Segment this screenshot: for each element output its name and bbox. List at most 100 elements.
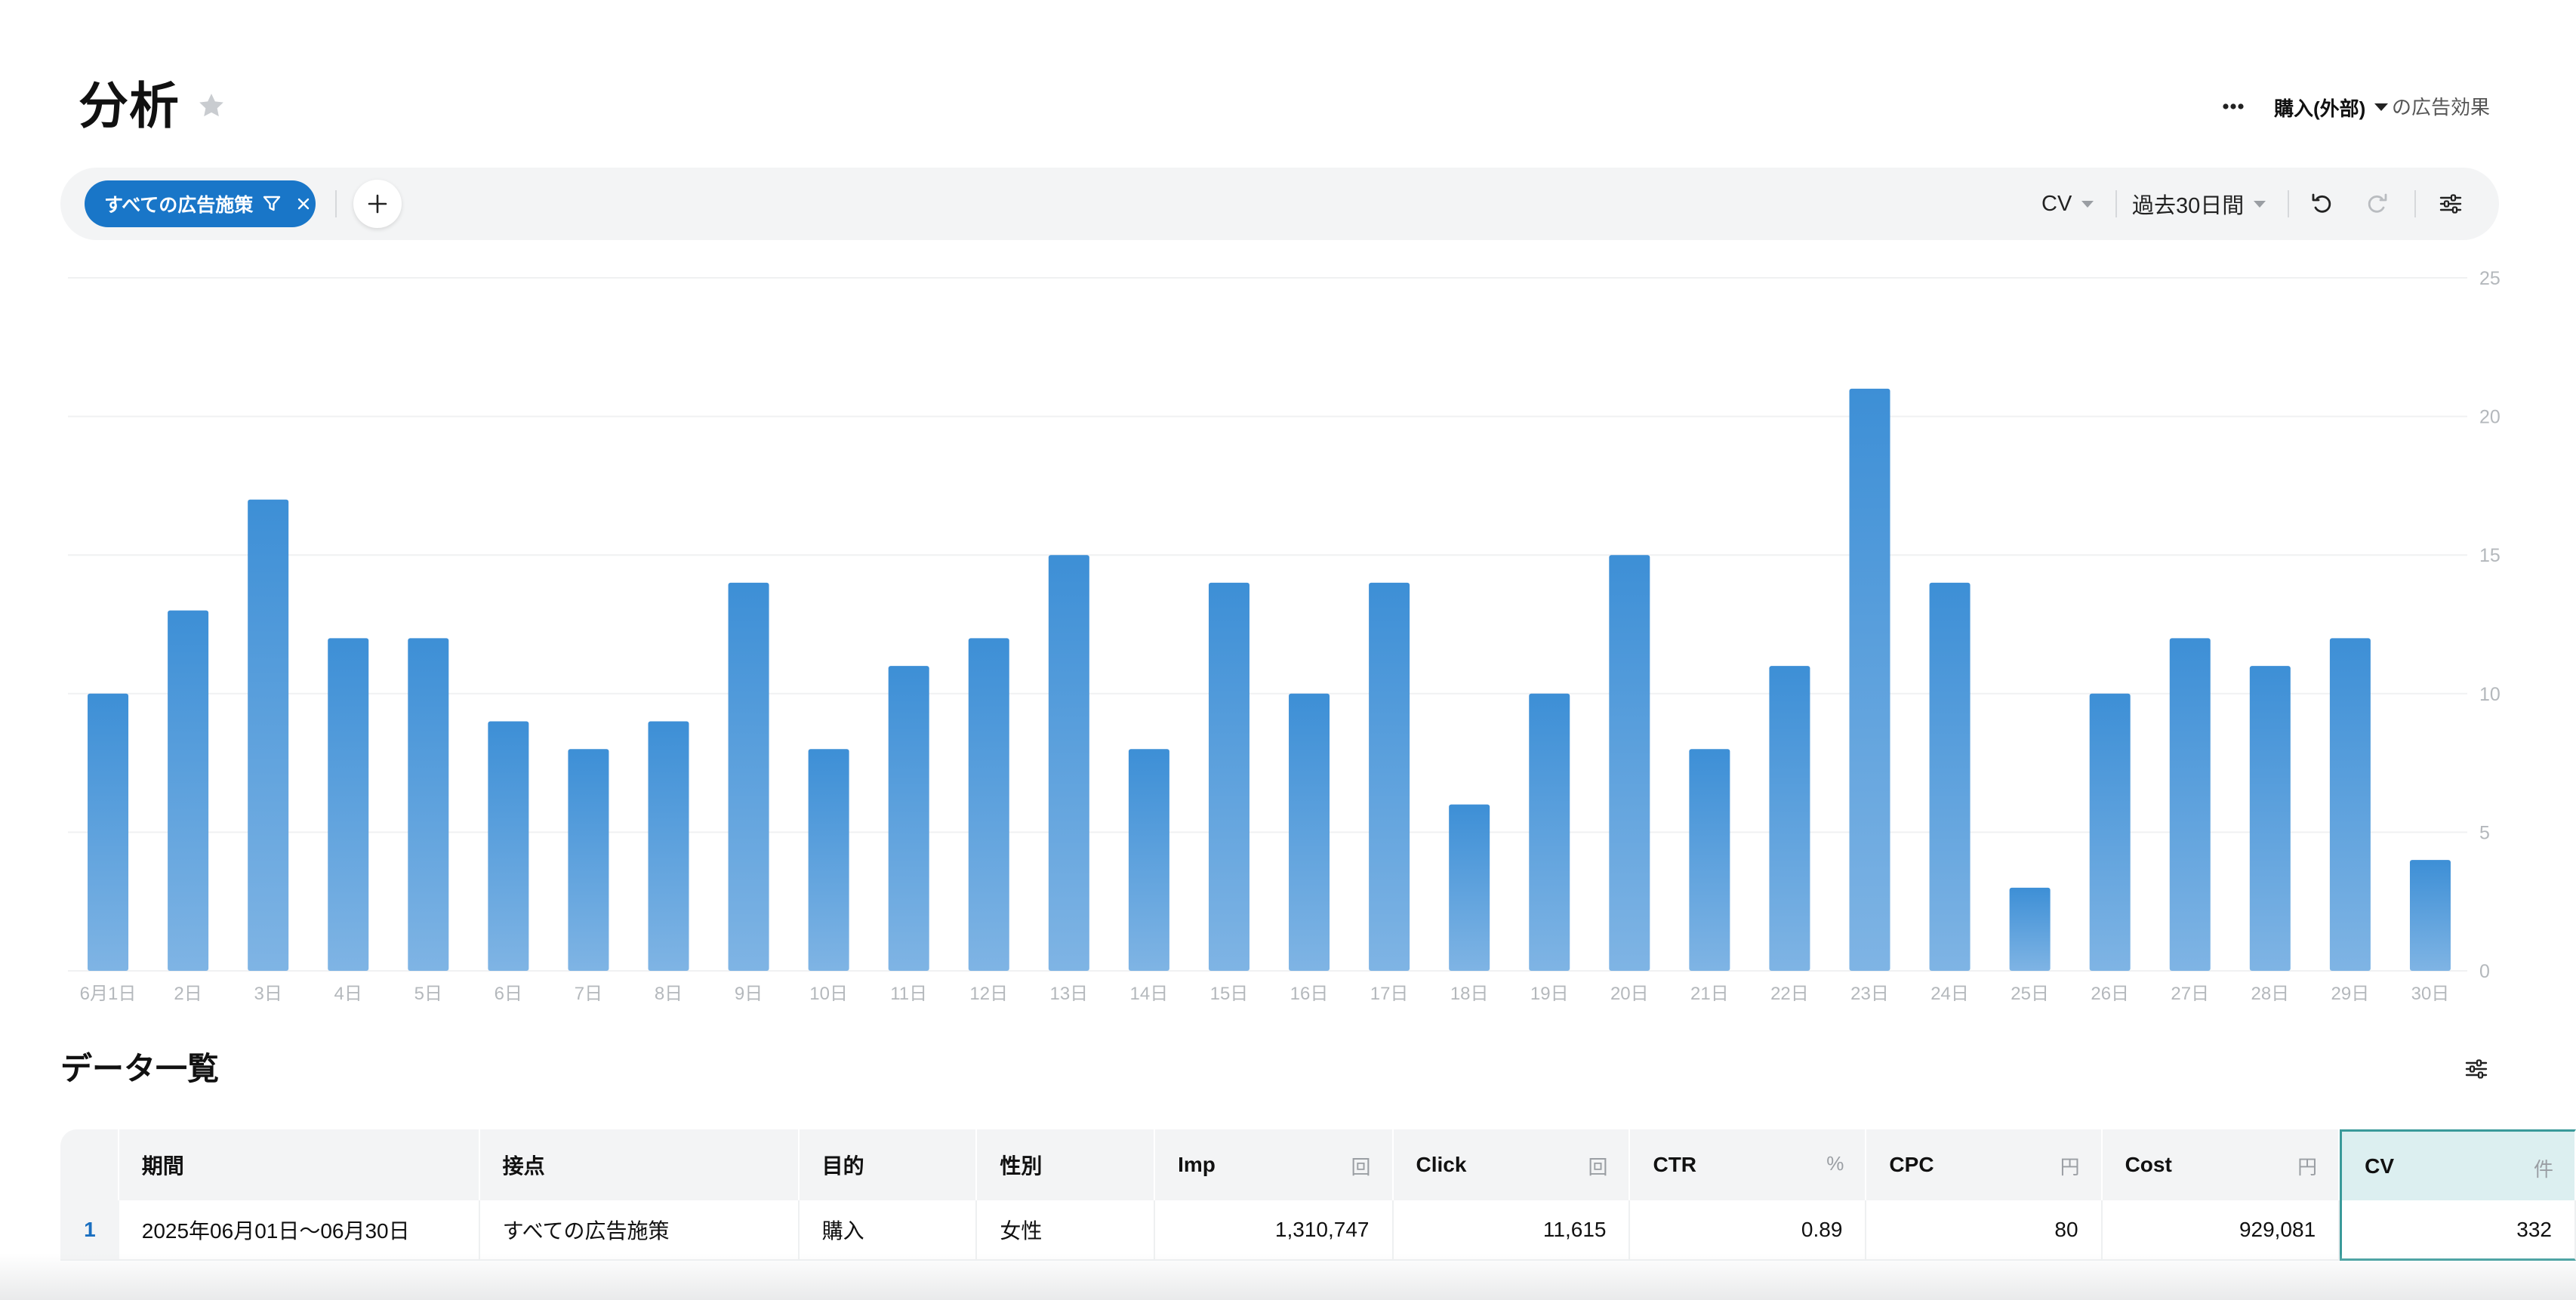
metric-select-label: CV — [2041, 191, 2072, 216]
redo-icon[interactable] — [2363, 190, 2390, 217]
y-tick-label: 25 — [2479, 268, 2501, 289]
sliders-icon[interactable] — [2437, 190, 2464, 217]
column-header-imp[interactable]: Imp 回 — [1155, 1129, 1394, 1200]
cv-bar-chart: 6月1日 2日 3日 4日 5日 6日 7日 8日 9日 10日 11日 12日 13日 14日 15日 16… — [0, 257, 2576, 1015]
toolbar-divider — [2414, 190, 2416, 217]
column-unit: 回 — [1351, 1156, 1371, 1178]
conversion-select[interactable]: 購入(外部) — [2274, 92, 2390, 122]
column-label: Click — [1416, 1153, 1467, 1176]
date-range-select[interactable]: 過去30日間 — [2132, 187, 2266, 220]
bar[interactable] — [2329, 638, 2371, 971]
toolbar-divider — [335, 190, 337, 217]
bar[interactable] — [1929, 582, 1971, 971]
column-label: CV — [2365, 1154, 2395, 1178]
x-tick-label: 30日 — [2411, 984, 2450, 1004]
data-list-title: データ一覧 — [60, 1051, 220, 1086]
bar[interactable] — [808, 749, 849, 971]
undo-icon[interactable] — [2309, 190, 2336, 217]
bar[interactable] — [888, 666, 929, 971]
x-tick-label: 6日 — [495, 984, 522, 1004]
x-tick-label: 15日 — [1210, 984, 1249, 1004]
cell-gender: 女性 — [977, 1200, 1156, 1261]
bar[interactable] — [1769, 666, 1810, 971]
x-tick-label: 12日 — [969, 984, 1008, 1004]
cell-imp: 1,310,747 — [1155, 1200, 1394, 1261]
bar[interactable] — [2089, 693, 2131, 971]
sliders-icon[interactable] — [2463, 1055, 2490, 1083]
bar[interactable] — [648, 721, 689, 971]
bar[interactable] — [1849, 388, 1890, 971]
conversion-select-label: 購入(外部) — [2274, 97, 2366, 120]
column-unit: % — [1826, 1152, 1844, 1175]
x-tick-label: 19日 — [1530, 984, 1569, 1004]
column-label: 性別 — [1000, 1154, 1043, 1178]
column-header-cpc[interactable]: CPC 円 — [1866, 1129, 2103, 1200]
bar[interactable] — [488, 721, 529, 971]
bar[interactable] — [248, 499, 289, 971]
star-icon[interactable] — [196, 91, 226, 121]
column-header-ctr[interactable]: CTR% — [1630, 1129, 1867, 1200]
y-tick-label: 0 — [2479, 961, 2490, 982]
close-icon[interactable] — [295, 196, 312, 212]
more-icon[interactable] — [2217, 95, 2250, 118]
bar[interactable] — [328, 638, 369, 971]
x-tick-label: 14日 — [1130, 984, 1169, 1004]
x-tick-label: 17日 — [1370, 984, 1409, 1004]
bar[interactable] — [2409, 860, 2451, 971]
bar[interactable] — [168, 610, 209, 971]
y-tick-label: 15 — [2479, 545, 2501, 566]
table-row[interactable]: 1 2025年06月01日〜06月30日 すべての広告施策 購入 女性 1,31… — [60, 1200, 2576, 1261]
column-unit: 回 — [1588, 1156, 1608, 1178]
bar[interactable] — [568, 749, 609, 971]
bar[interactable] — [1048, 555, 1089, 971]
bar[interactable] — [1689, 749, 1730, 971]
column-header-purpose[interactable]: 目的 — [799, 1129, 978, 1200]
column-header-cost[interactable]: Cost 円 — [2102, 1129, 2340, 1200]
column-header-click[interactable]: Click 回 — [1393, 1129, 1631, 1200]
data-table-container: 期間 接点 目的 性別 Imp 回 Click 回 CTR% CPC 円 Cost 円 … — [60, 1129, 2576, 1265]
x-tick-label: 28日 — [2251, 984, 2289, 1004]
funnel-icon — [263, 196, 281, 211]
caret-down-icon — [2254, 201, 2266, 208]
filter-chip[interactable]: すべての広告施策 — [85, 180, 316, 227]
cell-cv[interactable]: 332 — [2340, 1200, 2576, 1261]
toolbar-divider — [2115, 190, 2117, 217]
bar[interactable] — [1609, 555, 1650, 971]
bar[interactable] — [1289, 693, 1330, 971]
bar[interactable] — [1529, 693, 1570, 971]
column-unit: 円 — [2060, 1156, 2080, 1178]
y-tick-label: 5 — [2479, 822, 2490, 843]
bar[interactable] — [1449, 804, 1490, 971]
bar[interactable] — [408, 638, 449, 971]
column-header-touchpoint[interactable]: 接点 — [479, 1129, 800, 1200]
column-label: 期間 — [141, 1154, 184, 1178]
toolbar-divider — [2288, 190, 2289, 217]
x-tick-label: 18日 — [1450, 984, 1489, 1004]
x-tick-label: 25日 — [2011, 984, 2049, 1004]
cell-purpose: 購入 — [799, 1200, 978, 1261]
column-header-gender[interactable]: 性別 — [977, 1129, 1156, 1200]
metric-select[interactable]: CV — [2041, 187, 2094, 220]
bar[interactable] — [1128, 749, 1169, 971]
cell-period: 2025年06月01日〜06月30日 — [119, 1200, 480, 1261]
x-tick-label: 16日 — [1290, 984, 1329, 1004]
add-filter-button[interactable] — [353, 180, 402, 228]
bar[interactable] — [1369, 582, 1410, 971]
bar[interactable] — [2009, 887, 2051, 971]
column-unit: 円 — [2297, 1156, 2318, 1178]
bottom-fade — [0, 1253, 2576, 1300]
bar[interactable] — [88, 693, 129, 971]
bar[interactable] — [728, 582, 769, 971]
bar[interactable] — [2169, 638, 2211, 971]
date-range-label: 過去30日間 — [2132, 194, 2245, 218]
x-tick-label: 11日 — [890, 984, 927, 1004]
column-header-period[interactable]: 期間 — [119, 1129, 480, 1200]
x-tick-label: 27日 — [2171, 984, 2209, 1004]
column-unit: 件 — [2533, 1158, 2553, 1181]
bar[interactable] — [968, 638, 1009, 971]
caret-down-icon — [2374, 103, 2389, 111]
bar[interactable] — [1208, 582, 1249, 971]
column-header-cv[interactable]: CV 件 — [2340, 1129, 2576, 1200]
column-label: Imp — [1178, 1153, 1216, 1176]
bar[interactable] — [2249, 666, 2291, 971]
